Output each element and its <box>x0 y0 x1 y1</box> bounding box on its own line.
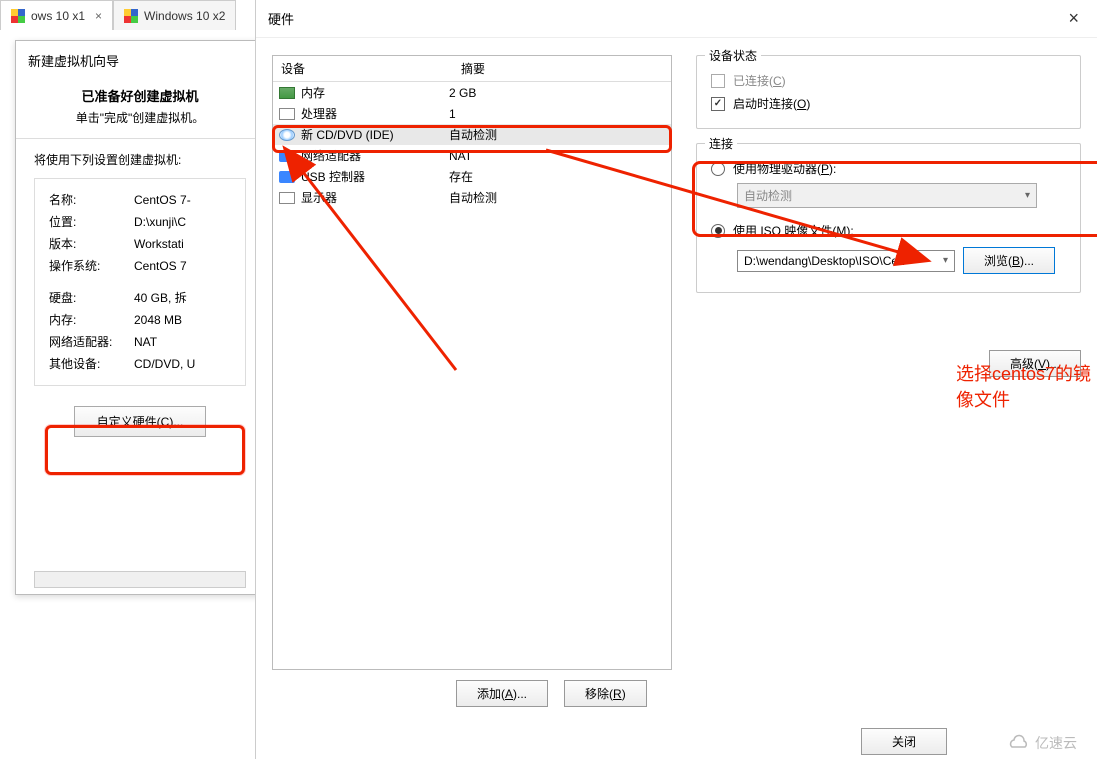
device-row-display[interactable]: 显示器自动检测 <box>273 187 671 208</box>
close-icon[interactable]: × <box>1062 8 1085 29</box>
device-row-usb[interactable]: USB 控制器存在 <box>273 166 671 187</box>
device-table: 设备 摘要 内存2 GB 处理器1 新 CD/DVD (IDE)自动检测 网络适… <box>272 55 672 670</box>
watermark: 亿速云 <box>1007 733 1077 753</box>
cloud-icon <box>1007 734 1031 752</box>
customize-hardware-button[interactable]: 自定义硬件(C)... <box>74 406 207 437</box>
tab-win10-x1[interactable]: ows 10 x1 × <box>0 0 113 30</box>
radio-icon[interactable] <box>711 162 725 176</box>
hardware-dialog: 硬件 × 设备 摘要 内存2 GB 处理器1 新 CD/DVD (IDE)自动检… <box>255 0 1097 759</box>
tab-label: Windows 10 x2 <box>144 9 225 23</box>
close-icon[interactable]: × <box>95 9 102 23</box>
device-row-network[interactable]: 网络适配器NAT <box>273 145 671 166</box>
wizard-scrollbar[interactable] <box>34 571 246 588</box>
network-icon <box>279 150 295 162</box>
connect-at-poweron-checkbox-row[interactable]: 启动时连接(O) <box>711 95 1066 112</box>
chevron-down-icon: ▾ <box>1025 190 1030 201</box>
iso-path-select[interactable]: D:\wendang\Desktop\ISO\Cen▾ <box>737 250 955 272</box>
checkbox-icon[interactable] <box>711 97 725 111</box>
annotation-text: 选择centos7的镜像文件 <box>956 360 1097 412</box>
cd-icon <box>279 129 295 141</box>
cpu-icon <box>279 108 295 120</box>
memory-icon <box>279 87 295 99</box>
checkbox-icon <box>711 74 725 88</box>
fieldset-legend: 设备状态 <box>705 47 761 64</box>
usb-icon <box>279 171 295 183</box>
windows-icon <box>124 9 138 23</box>
remove-device-button[interactable]: 移除(R) <box>564 680 647 707</box>
wizard-heading: 已准备好创建虚拟机 <box>36 86 244 105</box>
wizard-desc: 将使用下列设置创建虚拟机: <box>34 151 246 168</box>
device-status-fieldset: 设备状态 已连接(C) 启动时连接(O) <box>696 55 1081 129</box>
fieldset-legend: 连接 <box>705 135 737 152</box>
device-row-cpu[interactable]: 处理器1 <box>273 103 671 124</box>
windows-icon <box>11 9 25 23</box>
wizard-settings-panel: 名称:CentOS 7- 位置:D:\xunji\C 版本:Workstati … <box>34 178 246 386</box>
device-table-header: 设备 摘要 <box>273 56 671 82</box>
tab-win10-x2[interactable]: Windows 10 x2 <box>113 0 236 30</box>
connection-fieldset: 连接 使用物理驱动器(P): 自动检测▾ 使用 ISO 映像文件(M): D:\… <box>696 143 1081 293</box>
wizard-title: 新建虚拟机向导 <box>16 41 264 80</box>
connected-checkbox-row: 已连接(C) <box>711 72 1066 89</box>
physical-drive-select: 自动检测▾ <box>737 183 1037 208</box>
add-device-button[interactable]: 添加(A)... <box>456 680 548 707</box>
browse-button[interactable]: 浏览(B)... <box>963 247 1055 274</box>
device-row-memory[interactable]: 内存2 GB <box>273 82 671 103</box>
close-button[interactable]: 关闭 <box>861 728 947 755</box>
use-iso-radio[interactable]: 使用 ISO 映像文件(M): <box>711 222 1066 239</box>
new-vm-wizard-dialog: 新建虚拟机向导 已准备好创建虚拟机 单击"完成"创建虚拟机。 将使用下列设置创建… <box>15 40 265 595</box>
chevron-down-icon: ▾ <box>943 255 948 266</box>
vm-tabs: ows 10 x1 × Windows 10 x2 <box>0 0 236 30</box>
use-physical-drive-radio[interactable]: 使用物理驱动器(P): <box>711 160 1066 177</box>
device-row-cddvd[interactable]: 新 CD/DVD (IDE)自动检测 <box>273 124 671 145</box>
hardware-title: 硬件 <box>268 9 294 28</box>
tab-label: ows 10 x1 <box>31 9 85 23</box>
radio-icon[interactable] <box>711 224 725 238</box>
display-icon <box>279 192 295 204</box>
wizard-subheading: 单击"完成"创建虚拟机。 <box>36 109 244 126</box>
